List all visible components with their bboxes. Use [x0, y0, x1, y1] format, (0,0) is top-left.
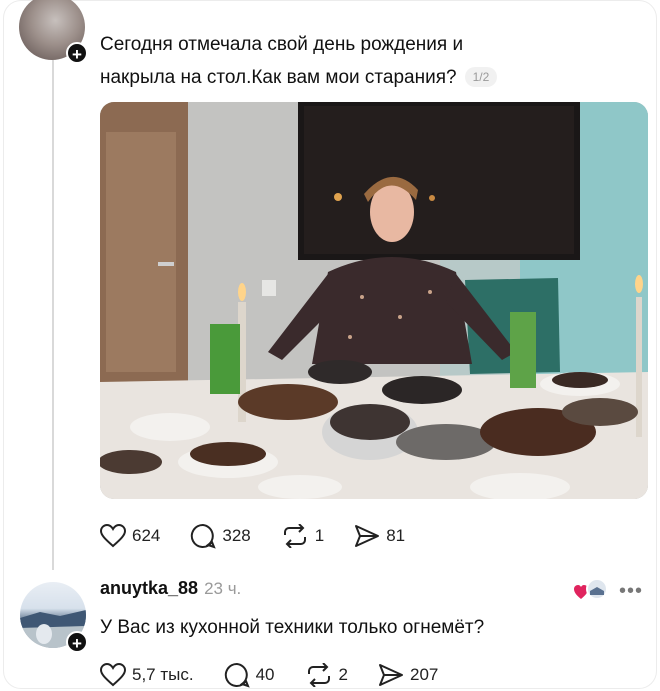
- follow-plus-icon[interactable]: +: [66, 42, 88, 64]
- post-text-line-2-content: накрыла на стол.Как вам мои старания?: [100, 67, 457, 88]
- comment-repost-count: 2: [338, 665, 348, 684]
- heart-icon: [100, 524, 126, 548]
- post-share-count: 81: [386, 526, 406, 545]
- heart-icon: [100, 663, 126, 687]
- thread-line: [52, 60, 54, 570]
- comment-reply-count: 40: [255, 665, 275, 684]
- comment-like-button[interactable]: 5,7 тыс.: [100, 663, 194, 687]
- post-text-line-2: накрыла на стол.Как вам мои старания? 1/2: [100, 61, 600, 94]
- post-share-button[interactable]: 81: [354, 524, 405, 548]
- post-like-count: 624: [132, 526, 161, 545]
- post-comment-count: 328: [222, 526, 251, 545]
- post-like-button[interactable]: 624: [100, 524, 160, 548]
- comment-actions: 5,7 тыс. 40 2 207: [100, 660, 468, 689]
- comment-header: anuytka_88 23 ч.: [100, 578, 241, 599]
- post-comment-button[interactable]: 328: [190, 523, 251, 549]
- follow-plus-icon[interactable]: +: [66, 631, 88, 653]
- comment-repost-button[interactable]: 2: [305, 663, 348, 687]
- comment-like-count: 5,7 тыс.: [132, 665, 194, 684]
- comment-text: У Вас из кухонной техники только огнемёт…: [100, 617, 485, 638]
- comment-share-button[interactable]: 207: [378, 663, 438, 687]
- comment-username[interactable]: anuytka_88: [100, 578, 198, 598]
- liked-by-author-icon: [574, 578, 608, 600]
- share-send-icon: [355, 525, 380, 547]
- share-send-icon: [378, 664, 403, 686]
- comment-time: 23 ч.: [204, 579, 242, 598]
- post-text: Сегодня отмечала свой день рождения и на…: [100, 28, 600, 94]
- more-dots-icon[interactable]: •••: [619, 580, 643, 603]
- repost-icon: [283, 524, 306, 548]
- comment-reply-button[interactable]: 40: [224, 662, 275, 688]
- party-table-image: [100, 102, 648, 499]
- post-repost-button[interactable]: 1: [281, 524, 324, 548]
- repost-icon: [307, 663, 330, 687]
- comment-share-count: 207: [409, 665, 439, 684]
- post-repost-count: 1: [314, 526, 325, 545]
- comment-bubble-icon: [224, 662, 250, 688]
- page-indicator: 1/2: [464, 67, 498, 87]
- post-text-line-1: Сегодня отмечала свой день рождения и: [100, 34, 464, 55]
- post-photo[interactable]: [100, 102, 648, 499]
- thread-container: + Сегодня отмечала свой день рождения и …: [3, 0, 657, 689]
- post-actions: 624 328 1 81: [100, 521, 435, 551]
- comment-bubble-icon: [191, 523, 217, 549]
